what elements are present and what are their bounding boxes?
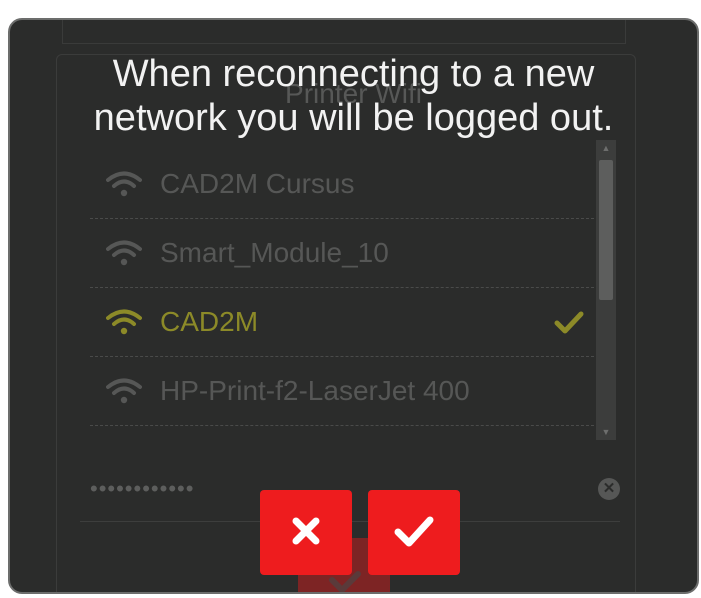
message-line-1: When reconnecting to a new [112,53,595,95]
wifi-network-item[interactable]: Smart_Module_10 [90,219,594,288]
x-icon [289,514,323,551]
wifi-network-name: CAD2M [160,306,259,337]
checkmark-icon [554,310,584,336]
top-strip [62,20,626,44]
wifi-network-name: Smart_Module_10 [160,237,389,268]
wifi-icon [106,309,142,335]
wifi-icon [106,171,142,197]
scroll-thumb[interactable] [599,160,613,300]
wifi-network-name: CAD2M Cursus [160,168,355,199]
cancel-button[interactable] [260,490,352,575]
wifi-network-item[interactable]: CAD2M Cursus [90,150,594,219]
wifi-list-scrollbar[interactable]: ▲ ▼ [596,140,616,440]
wifi-network-item[interactable]: HP-Print-f2-LaserJet 400 [90,357,594,426]
password-masked-value: •••••••••••• [90,476,195,501]
confirm-button[interactable] [368,490,460,575]
checkmark-icon [393,514,435,551]
wifi-network-list: CAD2M Cursus Smart_Module_10 CAD2M HP-Pr… [90,150,594,426]
scroll-up-arrow-icon[interactable]: ▲ [596,140,616,156]
logout-warning-message: When reconnecting to a new network you w… [10,52,697,140]
modal-window: Printer Wifi CAD2M Cursus Smart_Module_1… [8,18,699,594]
wifi-network-name: HP-Print-f2-LaserJet 400 [160,375,470,406]
wifi-icon [106,240,142,266]
message-line-2: network you will be logged out. [93,97,614,139]
wifi-icon [106,378,142,404]
scroll-down-arrow-icon[interactable]: ▼ [596,424,616,440]
clear-input-icon[interactable]: ✕ [598,478,620,500]
wifi-network-item-selected[interactable]: CAD2M [90,288,594,357]
